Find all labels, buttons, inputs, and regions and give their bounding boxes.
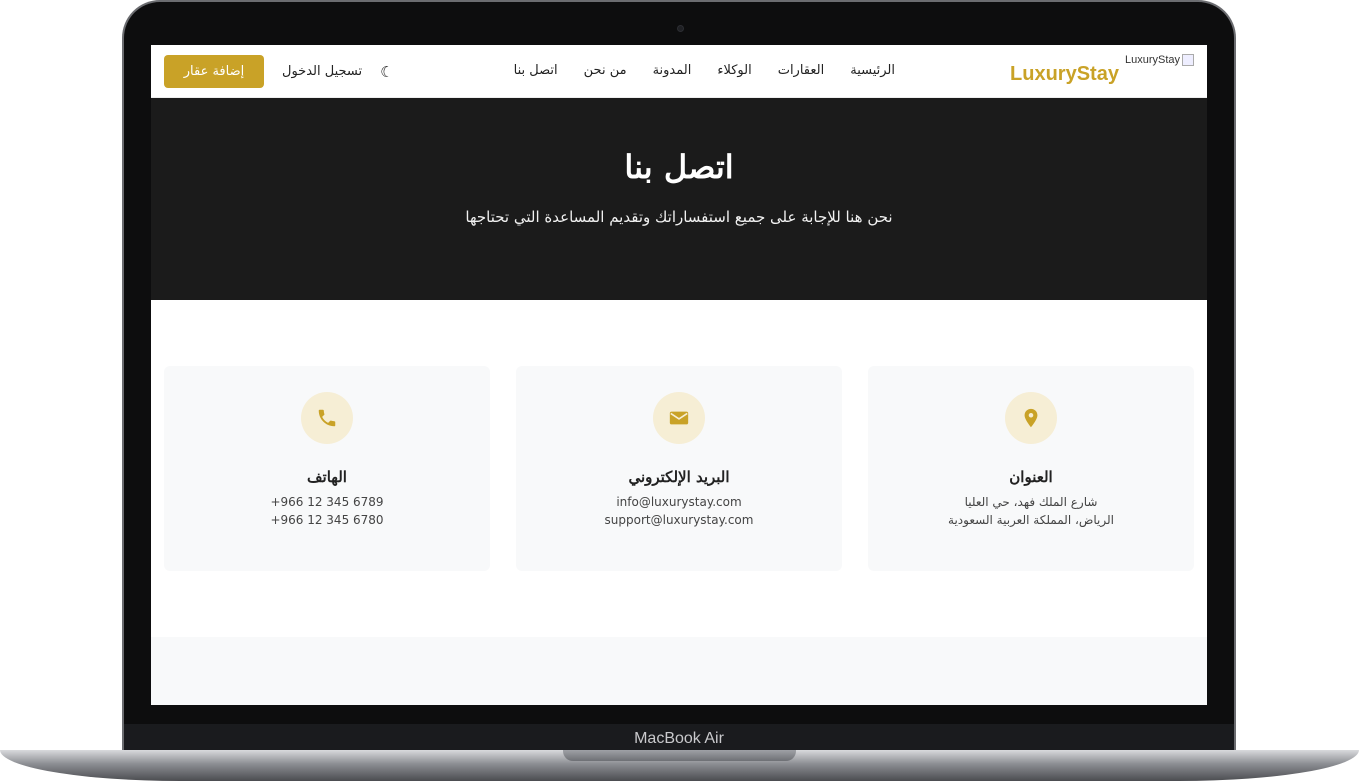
nav-item-blog[interactable]: المدونة xyxy=(653,63,692,78)
device-label: MacBook Air xyxy=(634,730,724,747)
nav-item-properties[interactable]: العقارات xyxy=(778,63,825,78)
next-section xyxy=(151,637,1207,705)
phone-icon xyxy=(301,392,353,444)
logo-image[interactable]: LuxuryStay xyxy=(1125,54,1194,66)
nav-item-about[interactable]: من نحن xyxy=(584,63,627,78)
card-line: شارع الملك فهد، حي العليا xyxy=(964,495,1098,509)
email-primary[interactable]: info@luxurystay.com xyxy=(516,495,842,509)
page-subtitle: نحن هنا للإجابة على جميع استفساراتك وتقد… xyxy=(465,208,893,226)
browser-viewport: LuxuryStay LuxuryStay الرئيسية العقارات … xyxy=(151,45,1207,705)
email-card: البريد الإلكتروني info@luxurystay.com su… xyxy=(516,366,842,571)
card-title: العنوان xyxy=(1009,468,1053,486)
laptop-frame: LuxuryStay LuxuryStay الرئيسية العقارات … xyxy=(0,0,1359,781)
card-line: الرياض، المملكة العربية السعودية xyxy=(948,513,1114,527)
main-menu: الرئيسية العقارات الوكلاء المدونة من نحن… xyxy=(514,63,895,78)
phone-secondary[interactable]: +966 12 345 6780 xyxy=(164,513,490,527)
map-pin-icon xyxy=(1005,392,1057,444)
nav-item-agents[interactable]: الوكلاء xyxy=(717,63,751,78)
nav-actions: إضافة عقار تسجيل الدخول ☾ xyxy=(164,55,394,88)
navbar: LuxuryStay LuxuryStay الرئيسية العقارات … xyxy=(151,45,1207,98)
logo-alt-text: LuxuryStay xyxy=(1124,54,1180,66)
brand-name[interactable]: LuxuryStay xyxy=(1010,63,1119,86)
camera-icon xyxy=(677,25,684,32)
card-title: البريد الإلكتروني xyxy=(628,468,730,486)
login-link[interactable]: تسجيل الدخول xyxy=(282,64,362,79)
logo[interactable]: LuxuryStay LuxuryStay xyxy=(1010,54,1194,86)
add-property-button[interactable]: إضافة عقار xyxy=(164,55,264,88)
hero-section: اتصل بنا نحن هنا للإجابة على جميع استفسا… xyxy=(151,98,1207,300)
moon-icon[interactable]: ☾ xyxy=(380,63,393,81)
laptop-notch xyxy=(563,750,796,761)
nav-item-home[interactable]: الرئيسية xyxy=(850,63,895,78)
phone-primary[interactable]: +966 12 345 6789 xyxy=(164,495,490,509)
phone-card: الهاتف +966 12 345 6789 +966 12 345 6780 xyxy=(164,366,490,571)
page-title: اتصل بنا xyxy=(624,148,734,186)
contact-cards: العنوان شارع الملك فهد، حي العليا الرياض… xyxy=(164,366,1194,571)
broken-image-icon xyxy=(1182,54,1194,66)
envelope-icon xyxy=(653,392,705,444)
address-card: العنوان شارع الملك فهد، حي العليا الرياض… xyxy=(868,366,1194,571)
nav-item-contact[interactable]: اتصل بنا xyxy=(514,63,558,78)
laptop-chin: MacBook Air xyxy=(124,724,1234,752)
card-title: الهاتف xyxy=(307,468,347,486)
email-support[interactable]: support@luxurystay.com xyxy=(516,513,842,527)
